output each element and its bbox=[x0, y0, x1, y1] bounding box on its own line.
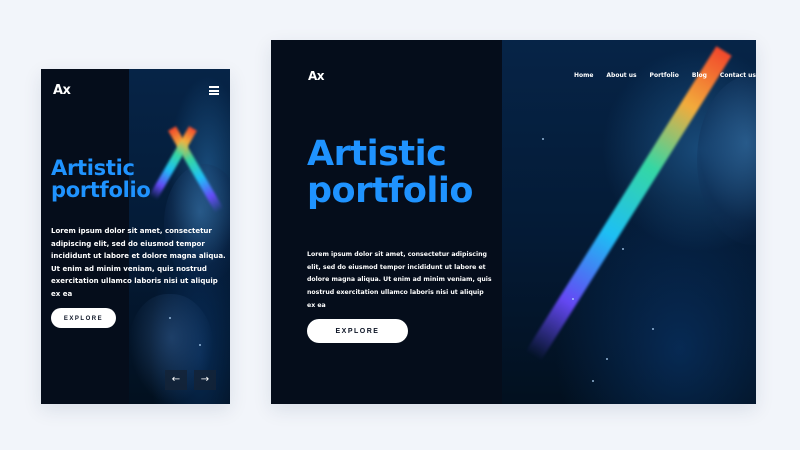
logo[interactable]: Ax bbox=[53, 83, 71, 98]
sparkle bbox=[622, 248, 624, 250]
nav-contact-us[interactable]: Contact us bbox=[720, 72, 756, 79]
sparkle bbox=[542, 138, 544, 140]
sparkle bbox=[169, 317, 171, 319]
sparkle bbox=[572, 298, 574, 300]
nav-home[interactable]: Home bbox=[574, 72, 593, 79]
explore-button[interactable]: EXPLORE bbox=[307, 319, 408, 343]
hamburger-menu-icon[interactable] bbox=[209, 86, 219, 95]
sparkle bbox=[606, 358, 608, 360]
hero-title-line: Artistic bbox=[307, 134, 447, 174]
desktop-mockup: Ax Home About us Portfolio Blog Contact … bbox=[271, 40, 756, 404]
light-beam bbox=[525, 46, 732, 362]
logo[interactable]: Ax bbox=[308, 69, 325, 83]
sparkle bbox=[592, 380, 594, 382]
hero-title: Artistic portfolio bbox=[51, 157, 151, 201]
hero-photo bbox=[502, 40, 756, 404]
main-nav: Home About us Portfolio Blog Contact us bbox=[561, 72, 756, 79]
explore-button[interactable]: EXPLORE bbox=[51, 308, 116, 328]
portrait-face bbox=[697, 75, 756, 245]
hero-title-line: portfolio bbox=[307, 170, 473, 211]
hero-description: Lorem ipsum dolor sit amet, consectetur … bbox=[51, 227, 226, 298]
nav-blog[interactable]: Blog bbox=[692, 72, 707, 79]
prev-arrow-icon[interactable]: ← bbox=[165, 370, 187, 390]
hero-title: Artistic portfolio bbox=[307, 136, 473, 210]
nav-about-us[interactable]: About us bbox=[606, 72, 636, 79]
hero-description: Lorem ipsum dolor sit amet, consectetur … bbox=[307, 251, 492, 309]
next-arrow-icon[interactable]: → bbox=[194, 370, 216, 390]
hero-title-line: Artistic bbox=[51, 156, 135, 180]
nav-portfolio[interactable]: Portfolio bbox=[650, 72, 679, 79]
sparkle bbox=[199, 344, 201, 346]
hero-title-line: portfolio bbox=[51, 178, 151, 203]
sparkle bbox=[652, 328, 654, 330]
mobile-mockup: Ax Artistic portfolio Lorem ipsum dolor … bbox=[41, 69, 230, 404]
